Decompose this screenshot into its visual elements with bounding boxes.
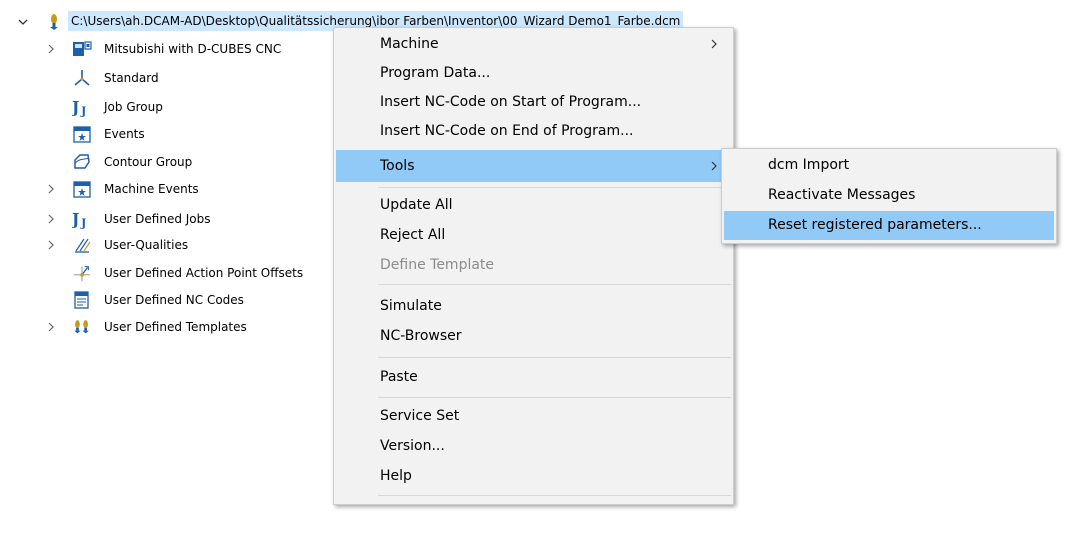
tree-item-label: User Defined Templates (104, 320, 247, 334)
submenu-item-reactivate-messages[interactable]: Reactivate Messages (724, 181, 1054, 210)
menu-item-label: Program Data... (380, 65, 491, 81)
tree-item-label: Events (104, 127, 145, 141)
menu-item-insert-nc-start[interactable]: Insert NC-Code on Start of Program... (336, 88, 731, 117)
menu-item-machine[interactable]: Machine (336, 30, 731, 59)
tree-item-machine-events[interactable]: Machine Events (0, 177, 330, 201)
tree-item-label: User Defined NC Codes (104, 293, 244, 307)
tree-item-label: Mitsubishi with D-CUBES CNC (104, 42, 282, 56)
job-icon: J J (72, 97, 92, 117)
chevron-right-icon[interactable] (45, 239, 57, 251)
tree-item-job-group[interactable]: J J Job Group (0, 95, 330, 119)
tree-item-mitsubishi[interactable]: Mitsubishi with D-CUBES CNC (0, 37, 330, 61)
tree-item-user-qualities[interactable]: User-Qualities (0, 233, 330, 257)
menu-item-label: Reject All (380, 227, 446, 243)
menu-item-label: Update All (380, 197, 453, 213)
submenu-item-dcm-import[interactable]: dcm Import (724, 151, 1054, 180)
coordinate-axes-icon (72, 68, 92, 88)
menu-item-version[interactable]: Version... (336, 432, 731, 461)
chevron-right-icon[interactable] (45, 321, 57, 333)
menu-separator (378, 495, 731, 496)
machine-icon (72, 39, 92, 59)
menu-item-label: Machine (380, 36, 439, 52)
menu-item-help[interactable]: Help (336, 462, 731, 491)
tree-item-label: User Defined Action Point Offsets (104, 266, 304, 280)
chevron-right-icon[interactable] (45, 213, 57, 225)
menu-item-label: Version... (380, 438, 445, 454)
menu-item-label: Service Set (380, 408, 460, 424)
context-menu: Machine Program Data... Insert NC-Code o… (333, 27, 734, 505)
chevron-right-icon (711, 161, 717, 171)
tree-item-templates[interactable]: User Defined Templates (0, 315, 330, 339)
job-icon: J J (72, 209, 92, 229)
menu-item-insert-nc-end[interactable]: Insert NC-Code on End of Program... (336, 117, 731, 146)
svg-text:J: J (72, 209, 79, 228)
menu-item-define-template: Define Template (336, 251, 731, 280)
menu-item-paste[interactable]: Paste (336, 363, 731, 392)
svg-text:J: J (72, 97, 79, 116)
menu-separator (378, 357, 731, 358)
project-rocket-icon (44, 12, 64, 32)
submenu-item-reset-registered-parameters[interactable]: Reset registered parameters... (724, 211, 1054, 240)
tree-item-label: User Defined Jobs (104, 212, 211, 226)
menu-item-label: Reset registered parameters... (768, 217, 982, 233)
tree-item-contour-group[interactable]: Contour Group (0, 150, 330, 174)
action-point-icon (72, 263, 92, 283)
menu-separator (378, 284, 731, 285)
menu-separator (378, 397, 731, 398)
events-icon (72, 124, 92, 144)
chevron-right-icon[interactable] (45, 43, 57, 55)
svg-text:J: J (80, 104, 86, 117)
tree-item-nc-codes[interactable]: User Defined NC Codes (0, 288, 330, 312)
nc-code-icon (72, 290, 92, 310)
menu-item-label: Insert NC-Code on End of Program... (380, 123, 634, 139)
chevron-right-icon[interactable] (45, 183, 57, 195)
chevron-down-icon[interactable] (17, 16, 29, 28)
tree-item-standard[interactable]: Standard (0, 66, 330, 90)
menu-item-label: Tools (380, 158, 415, 174)
tree-item-events[interactable]: Events (0, 122, 330, 146)
menu-item-label: Help (380, 468, 412, 484)
tree-item-user-defined-jobs[interactable]: J J User Defined Jobs (0, 207, 330, 231)
menu-item-simulate[interactable]: Simulate (336, 292, 731, 321)
events-icon (72, 179, 92, 199)
menu-item-service-set[interactable]: Service Set (336, 402, 731, 431)
tree-item-action-point-offsets[interactable]: User Defined Action Point Offsets (0, 261, 335, 285)
menu-item-label: Define Template (380, 257, 495, 273)
menu-item-label: Insert NC-Code on Start of Program... (380, 94, 642, 110)
menu-item-tools[interactable]: Tools (336, 150, 731, 182)
menu-item-label: NC-Browser (380, 328, 462, 344)
menu-item-update-all[interactable]: Update All (336, 191, 731, 220)
app-window: C:\Users\ah.DCAM-AD\Desktop\Qualitätssic… (0, 0, 1081, 550)
menu-item-reject-all[interactable]: Reject All (336, 221, 731, 250)
qualities-icon (72, 235, 92, 255)
tree-item-label: User-Qualities (104, 238, 189, 252)
menu-item-nc-browser[interactable]: NC-Browser (336, 322, 731, 351)
tree-item-label: Machine Events (104, 182, 199, 196)
menu-item-label: Paste (380, 369, 418, 385)
tree-item-label: Standard (104, 71, 159, 85)
tree-item-label: Contour Group (104, 155, 193, 169)
menu-item-label: Reactivate Messages (768, 187, 916, 203)
templates-icon (72, 317, 92, 337)
svg-text:J: J (80, 216, 86, 229)
menu-item-label: Simulate (380, 298, 442, 314)
contour-icon (72, 152, 92, 172)
menu-item-label: dcm Import (768, 157, 850, 173)
tree-item-label: Job Group (104, 100, 163, 114)
menu-item-program-data[interactable]: Program Data... (336, 59, 731, 88)
tools-submenu: dcm Import Reactivate Messages Reset reg… (721, 148, 1057, 244)
chevron-right-icon (711, 39, 717, 49)
menu-separator (378, 187, 731, 188)
